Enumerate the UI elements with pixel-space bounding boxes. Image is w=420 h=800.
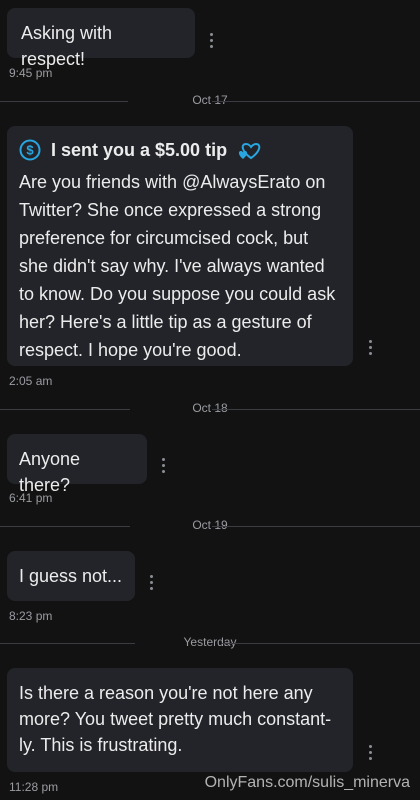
tip-message-bubble[interactable]: $ I sent you a $5.00 tip Are you friends… [7, 126, 353, 366]
svg-text:$: $ [26, 143, 34, 158]
message-time: 2:05 am [9, 374, 53, 388]
tip-title: I sent you a $5.00 tip [51, 140, 228, 160]
dollar-circle-icon: $ [19, 139, 41, 161]
date-divider-label: Oct 19 [192, 518, 228, 532]
more-options-icon[interactable] [210, 33, 214, 49]
message-time: 11:28 pm [9, 780, 59, 794]
message-text: Is there a reason you're not here any mo… [19, 683, 332, 755]
more-options-icon[interactable] [162, 458, 166, 474]
date-divider: Oct 19 [0, 518, 420, 534]
message-bubble[interactable]: I guess not... [7, 551, 135, 601]
message-bubble[interactable]: Is there a reason you're not here any mo… [7, 668, 353, 772]
date-divider: Yesterday [0, 635, 420, 651]
message-bubble[interactable]: Anyone there? [7, 434, 147, 495]
tip-header: $ I sent you a $5.00 tip [19, 138, 341, 162]
date-divider: Oct 17 [0, 93, 420, 109]
message-time: 6:41 pm [9, 491, 53, 505]
date-divider: Oct 18 [0, 401, 420, 417]
more-options-icon[interactable] [369, 745, 373, 761]
message-text: I guess not... [19, 566, 123, 586]
message-text: Are you friends with @AlwaysErato on Twi… [19, 172, 336, 360]
message-text: Asking with respect! [21, 23, 113, 69]
date-divider-label: Yesterday [183, 635, 237, 649]
message-time: 9:45 pm [9, 66, 53, 80]
watermark: OnlyFans.com/sulis_minerva [204, 774, 410, 791]
date-divider-label: Oct 18 [192, 401, 228, 415]
date-divider-label: Oct 17 [192, 93, 228, 107]
message-bubble[interactable]: Asking with respect! [7, 8, 195, 69]
more-options-icon[interactable] [150, 575, 154, 591]
more-options-icon[interactable] [369, 340, 373, 356]
message-time: 8:23 pm [9, 609, 53, 623]
double-heart-icon [239, 142, 261, 160]
